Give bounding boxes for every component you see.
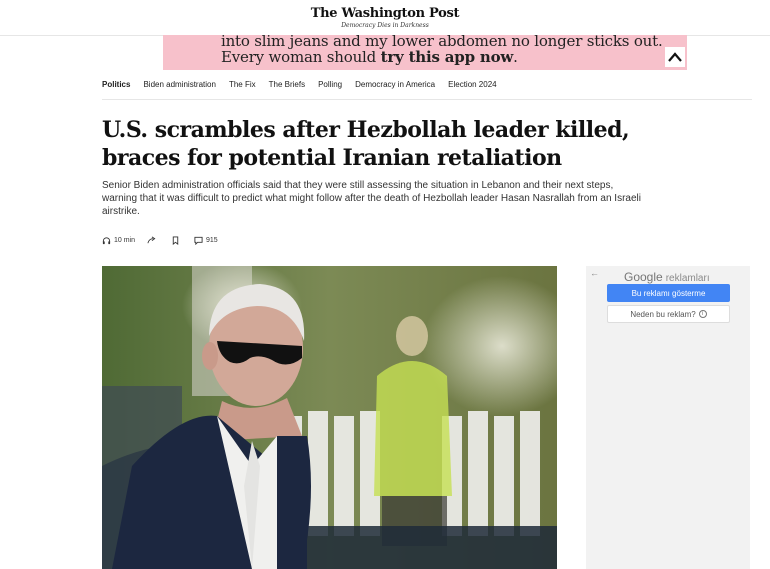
ad-text-line2: Every woman should try this app now. xyxy=(221,48,518,66)
article-deck: Senior Biden administration officials sa… xyxy=(102,180,641,217)
ad-text-prefix: Every woman should xyxy=(221,48,381,66)
headphones-icon xyxy=(102,236,111,244)
ad-banner[interactable]: into slim jeans and my lower abdomen no … xyxy=(163,35,687,70)
ad-text-suffix: . xyxy=(513,48,518,66)
masthead-bar: The Washington Post Democracy Dies in Da… xyxy=(0,0,770,36)
bookmark-icon xyxy=(172,235,179,245)
share-button[interactable] xyxy=(147,236,156,245)
google-label: Google xyxy=(624,270,663,284)
headline-line-1: U.S. scrambles after Hezbollah leader ki… xyxy=(102,117,630,143)
nav-item-democracy-in-america[interactable]: Democracy in America xyxy=(355,80,435,89)
google-ad-panel: ← Google reklamları Bu reklamı gösterme N… xyxy=(586,266,750,569)
nav-item-the-briefs[interactable]: The Briefs xyxy=(269,80,305,89)
section-nav: Politics Biden administration The Fix Th… xyxy=(102,80,752,100)
nav-item-polling[interactable]: Polling xyxy=(318,80,342,89)
ad-collapse-button[interactable] xyxy=(665,47,685,67)
nav-item-election-2024[interactable]: Election 2024 xyxy=(448,80,496,89)
listen-button[interactable]: 10 min xyxy=(102,236,135,245)
back-arrow-icon[interactable]: ← xyxy=(590,268,599,278)
ad-text-cta[interactable]: try this app now xyxy=(381,48,514,66)
save-button[interactable] xyxy=(171,235,180,245)
headline-line-2: braces for potential Iranian retaliation xyxy=(102,145,562,171)
masthead[interactable]: The Washington Post Democracy Dies in Da… xyxy=(0,6,770,29)
ads-label: reklamları xyxy=(665,273,710,284)
article-lead-photo xyxy=(102,266,557,569)
article-toolbar: 10 min 915 xyxy=(102,233,218,247)
nav-item-the-fix[interactable]: The Fix xyxy=(229,80,256,89)
stop-seeing-ad-button[interactable]: Bu reklamı gösterme xyxy=(607,284,730,302)
site-tagline: Democracy Dies in Darkness xyxy=(341,22,429,29)
lead-photo-image xyxy=(102,266,557,569)
listen-duration: 10 min xyxy=(114,236,136,244)
article-headline: U.S. scrambles after Hezbollah leader ki… xyxy=(102,116,662,172)
nav-item-politics[interactable]: Politics xyxy=(102,80,130,89)
chevron-up-icon xyxy=(668,52,682,62)
why-this-ad-button[interactable]: Neden bu reklam? i xyxy=(607,305,730,323)
info-icon: i xyxy=(698,310,707,318)
share-icon xyxy=(147,236,156,243)
why-this-ad-label: Neden bu reklam? xyxy=(630,309,696,319)
comments-count: 915 xyxy=(206,236,218,244)
nav-item-biden-administration[interactable]: Biden administration xyxy=(143,80,215,89)
comments-button[interactable]: 915 xyxy=(194,236,218,245)
comment-icon xyxy=(194,236,203,245)
site-logo[interactable]: The Washington Post xyxy=(0,6,770,21)
